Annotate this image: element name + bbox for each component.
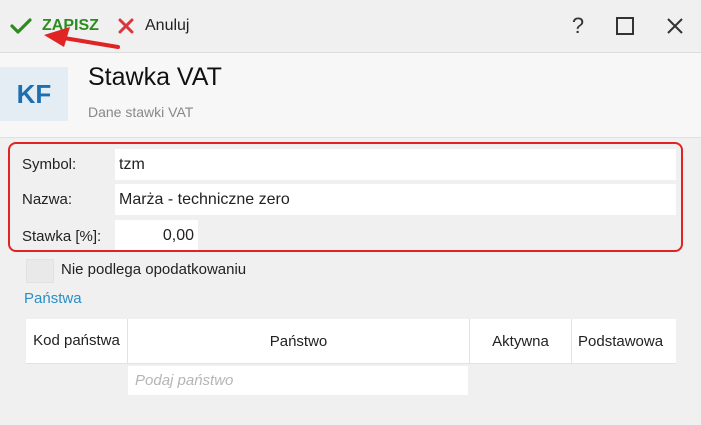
maximize-icon[interactable] (612, 13, 638, 39)
symbol-field[interactable] (115, 149, 676, 180)
help-icon[interactable]: ? (565, 13, 591, 39)
save-label: ZAPISZ (42, 17, 99, 34)
column-header-active[interactable]: Aktywna (470, 319, 572, 363)
nazwa-label: Nazwa: (22, 191, 73, 208)
checkmark-icon (10, 18, 32, 34)
not-taxable-label: Nie podlega opodatkowaniu (61, 261, 247, 278)
symbol-label: Symbol: (22, 156, 77, 173)
stawka-field[interactable] (115, 220, 198, 251)
column-header-country[interactable]: Państwo (128, 319, 470, 363)
cancel-label: Anuluj (145, 17, 190, 34)
page-subtitle: Dane stawki VAT (88, 104, 194, 120)
column-header-code[interactable]: Kod państwa (26, 319, 128, 363)
not-taxable-checkbox[interactable] (26, 259, 54, 283)
column-header-base[interactable]: Podstawowa (572, 319, 676, 363)
x-icon (118, 18, 134, 34)
stawka-label: Stawka [%]: (22, 228, 102, 245)
table-header: Kod państwa Państwo Aktywna Podstawowa (26, 319, 676, 364)
nazwa-field[interactable] (115, 184, 676, 215)
page-header: KF Stawka VAT Dane stawki VAT (0, 53, 701, 138)
cancel-button[interactable]: Anuluj (117, 0, 189, 52)
countries-section-title[interactable]: Państwa (24, 290, 82, 307)
close-icon[interactable] (662, 13, 688, 39)
kf-logo: KF (0, 67, 68, 121)
toolbar: ZAPISZ Anuluj ? (0, 0, 701, 53)
page-title: Stawka VAT (88, 63, 222, 91)
country-search-input[interactable] (128, 366, 468, 395)
countries-table: Kod państwa Państwo Aktywna Podstawowa (26, 319, 676, 364)
save-button[interactable]: ZAPISZ (10, 0, 99, 52)
